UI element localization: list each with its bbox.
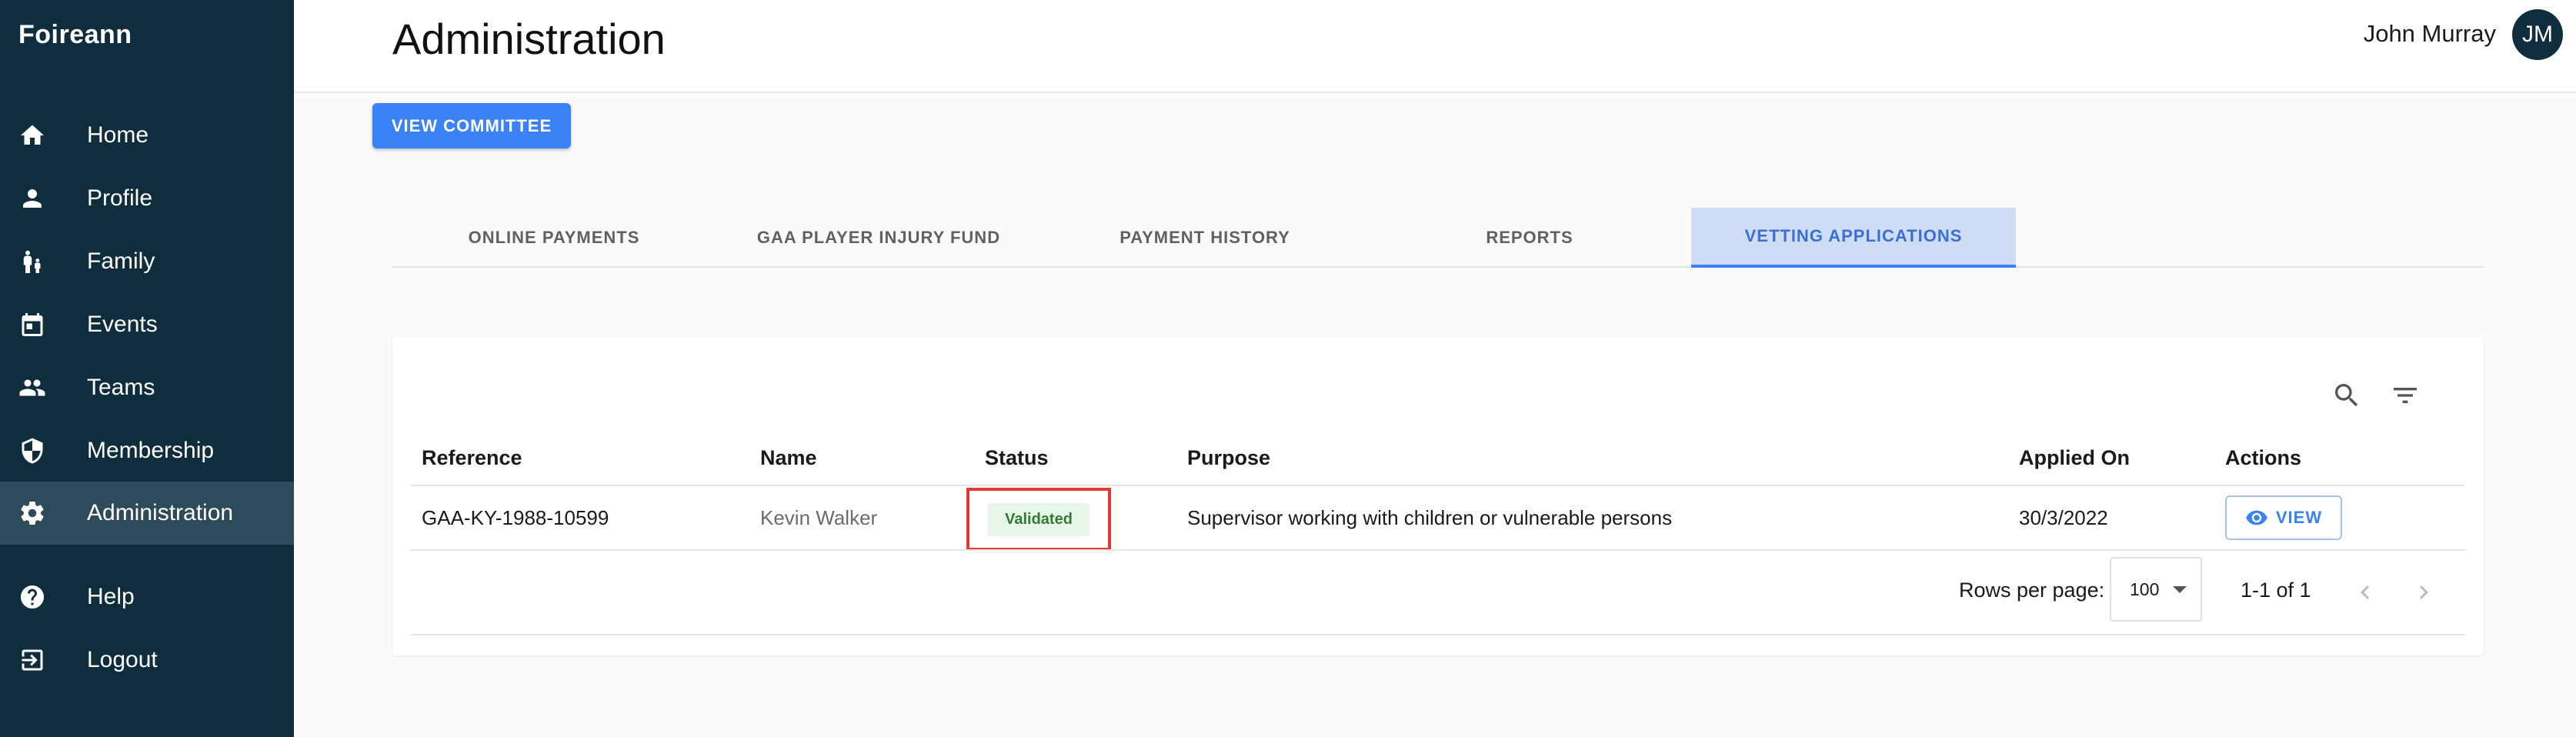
next-page-icon[interactable] — [2410, 579, 2438, 606]
sidebar-item-label: Family — [87, 248, 155, 274]
status-highlight: Validated — [966, 488, 1111, 551]
cell-reference: GAA-KY-1988-10599 — [422, 506, 609, 529]
logout-icon — [18, 646, 46, 674]
cell-name: Kevin Walker — [760, 506, 878, 529]
sidebar-item-label: Teams — [87, 375, 155, 400]
rows-per-page-select[interactable]: 100 — [2110, 557, 2202, 622]
help-icon — [18, 583, 46, 611]
brand-logo: Foireann — [18, 20, 132, 49]
tab-payment-history[interactable]: PAYMENT HISTORY — [1042, 208, 1368, 268]
row-divider — [411, 549, 2465, 551]
column-header-name[interactable]: Name — [760, 446, 817, 470]
sidebar-item-teams[interactable]: Teams — [0, 356, 294, 419]
tab-vetting-applications[interactable]: VETTING APPLICATIONS — [1691, 208, 2016, 268]
rows-per-page-value: 100 — [2130, 579, 2160, 599]
status-badge: Validated — [988, 502, 1089, 536]
pagination-range: 1-1 of 1 — [2241, 579, 2311, 602]
home-icon — [18, 122, 46, 149]
sidebar-item-logout[interactable]: Logout — [0, 629, 294, 692]
column-header-actions: Actions — [2225, 446, 2302, 469]
sidebar-item-profile[interactable]: Profile — [0, 167, 294, 230]
sidebar-item-home[interactable]: Home — [0, 104, 294, 167]
header-divider — [411, 485, 2465, 486]
person-icon — [18, 185, 46, 212]
avatar[interactable]: JM — [2512, 9, 2563, 60]
user-name[interactable]: John Murray — [2364, 20, 2496, 48]
sidebar-item-label: Logout — [87, 647, 158, 672]
caret-down-icon — [2173, 586, 2187, 593]
tab-gaa-player-injury-fund[interactable]: GAA PLAYER INJURY FUND — [716, 208, 1042, 268]
calendar-icon — [18, 311, 46, 338]
sidebar-item-label: Membership — [87, 438, 215, 463]
sidebar-item-label: Administration — [87, 500, 234, 525]
column-header-status[interactable]: Status — [985, 446, 1049, 470]
column-header-purpose[interactable]: Purpose — [1187, 446, 1270, 470]
shield-icon — [18, 437, 46, 465]
tab-online-payments[interactable]: ONLINE PAYMENTS — [392, 208, 716, 268]
view-committee-button[interactable]: VIEW COMMITTEE — [372, 103, 571, 148]
sidebar-item-help[interactable]: Help — [0, 565, 294, 629]
column-header-applied-on[interactable]: Applied On — [2019, 446, 2130, 470]
cell-purpose: Supervisor working with children or vuln… — [1187, 506, 1673, 529]
footer-divider — [411, 634, 2465, 635]
rows-per-page-label: Rows per page: — [1959, 579, 2105, 602]
sidebar-item-administration[interactable]: Administration — [0, 482, 294, 545]
sidebar-item-label: Events — [87, 312, 158, 337]
search-icon[interactable] — [2331, 380, 2362, 411]
column-header-reference[interactable]: Reference — [422, 446, 522, 470]
sidebar-item-membership[interactable]: Membership — [0, 419, 294, 482]
sidebar: Foireann Home Profile Family Events Team… — [0, 0, 294, 737]
page-title: Administration — [392, 15, 666, 63]
sidebar-item-family[interactable]: Family — [0, 230, 294, 293]
view-button-label: VIEW — [2275, 508, 2323, 527]
people-icon — [18, 374, 46, 402]
family-icon — [18, 248, 46, 275]
sidebar-item-label: Help — [87, 584, 135, 609]
sidebar-item-events[interactable]: Events — [0, 293, 294, 356]
admin-tabs: ONLINE PAYMENTS GAA PLAYER INJURY FUND P… — [392, 208, 2484, 268]
eye-icon — [2246, 510, 2267, 525]
sidebar-item-label: Profile — [87, 185, 153, 211]
cell-applied-on: 30/3/2022 — [2019, 506, 2108, 529]
gear-icon — [18, 499, 46, 527]
view-application-button[interactable]: VIEW — [2225, 495, 2342, 540]
previous-page-icon[interactable] — [2351, 579, 2379, 606]
sidebar-item-label: Home — [87, 122, 149, 148]
top-header: Administration John Murray JM — [294, 0, 2576, 93]
filter-icon[interactable] — [2390, 380, 2421, 411]
tab-reports[interactable]: REPORTS — [1368, 208, 1691, 268]
vetting-applications-table: Reference Name Status Purpose Applied On… — [392, 337, 2484, 655]
